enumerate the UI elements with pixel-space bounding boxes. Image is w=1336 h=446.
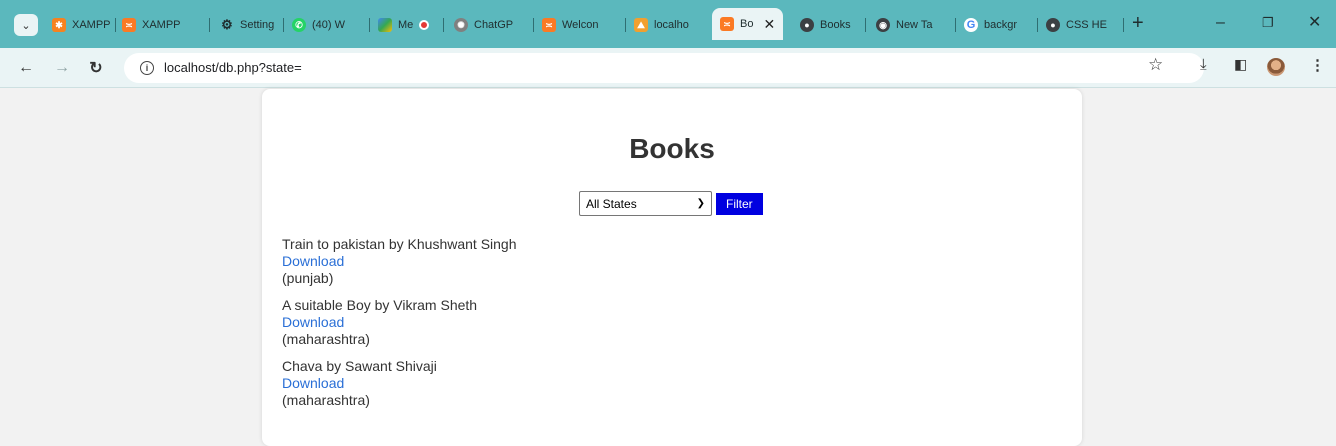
globe-icon: ● xyxy=(1046,18,1060,32)
profile-avatar[interactable] xyxy=(1267,58,1285,76)
xampp-icon: ✱ xyxy=(52,18,66,32)
tab-1[interactable]: ≍ XAMPP xyxy=(122,14,210,36)
chrome-icon: ◉ xyxy=(876,18,890,32)
tab-5[interactable]: ✺ ChatGP xyxy=(454,14,534,36)
close-tab-icon[interactable]: ✕ xyxy=(763,16,775,33)
filter-form: All States ❯ Filter xyxy=(579,191,763,216)
state-select[interactable]: All States ❯ xyxy=(579,191,712,216)
minimize-icon[interactable]: – xyxy=(1216,12,1225,34)
menu-kebab-icon[interactable]: ⋮ xyxy=(1310,56,1325,74)
reload-icon[interactable]: ↻ xyxy=(84,56,108,80)
state-select-value: All States xyxy=(586,196,637,211)
tab-label: Setting xyxy=(240,19,275,31)
tab-label: (40) W xyxy=(312,19,345,31)
meet-icon xyxy=(378,18,392,32)
tab-7[interactable]: ⛰ localho xyxy=(634,14,710,36)
chevron-down-icon: ❯ xyxy=(696,198,705,209)
tab-4[interactable]: Me xyxy=(378,14,444,36)
book-title: Chava by Sawant Shivaji xyxy=(282,358,437,374)
tab-label: XAMPP xyxy=(142,19,181,31)
download-icon[interactable]: ⤓ xyxy=(1200,56,1207,73)
back-arrow-icon[interactable]: ← xyxy=(14,56,38,80)
restore-icon[interactable]: ❐ xyxy=(1262,12,1274,34)
tab-6[interactable]: ≍ Welcon xyxy=(542,14,626,36)
tab-search-button[interactable]: ⌄ xyxy=(14,14,38,36)
globe-icon: ● xyxy=(800,18,814,32)
download-link[interactable]: Download xyxy=(282,314,517,331)
tab-label: ChatGP xyxy=(474,19,514,31)
tab-12[interactable]: ● CSS HE xyxy=(1046,14,1124,36)
tab-label: Books xyxy=(820,19,851,31)
tab-label: Me xyxy=(398,19,414,31)
chevron-down-icon: ⌄ xyxy=(21,19,31,32)
bookmark-star-icon[interactable]: ☆ xyxy=(1148,55,1163,75)
info-icon[interactable]: i xyxy=(140,61,154,75)
list-item: Chava by Sawant Shivaji Download (mahara… xyxy=(282,358,517,409)
book-state: (maharashtra) xyxy=(282,331,370,347)
book-state: (maharashtra) xyxy=(282,392,370,408)
filter-button[interactable]: Filter xyxy=(716,192,763,215)
forward-arrow-icon[interactable]: → xyxy=(50,56,74,80)
phpmyadmin-icon: ⛰ xyxy=(634,18,648,32)
download-link[interactable]: Download xyxy=(282,375,517,392)
list-item: A suitable Boy by Vikram Sheth Download … xyxy=(282,297,517,348)
book-list: Train to pakistan by Khushwant Singh Dow… xyxy=(282,236,517,419)
tab-label: localho xyxy=(654,19,689,31)
book-title: A suitable Boy by Vikram Sheth xyxy=(282,297,478,313)
list-item: Train to pakistan by Khushwant Singh Dow… xyxy=(282,236,517,287)
xampp-icon: ≍ xyxy=(542,18,556,32)
gear-icon: ⚙ xyxy=(221,17,233,32)
tab-label: Bo xyxy=(740,18,754,30)
tab-11[interactable]: G backgr xyxy=(964,14,1038,36)
tab-3[interactable]: ✆ (40) W xyxy=(292,14,370,36)
tab-10[interactable]: ◉ New Ta xyxy=(876,14,956,36)
tab-9[interactable]: ● Books xyxy=(800,14,866,36)
page-viewport: Books All States ❯ Filter Train to pakis… xyxy=(0,89,1336,446)
tab-label: New Ta xyxy=(896,19,933,31)
book-title: Train to pakistan by Khushwant Singh xyxy=(282,236,517,252)
whatsapp-icon: ✆ xyxy=(292,18,306,32)
tab-label: backgr xyxy=(984,19,1018,31)
page-title: Books xyxy=(629,133,715,164)
xampp-icon: ≍ xyxy=(122,18,136,32)
tab-strip: ⌄ ✱ XAMPP ≍ XAMPP ⚙ Setting ✆ (40) W Me … xyxy=(0,0,1336,48)
tab-label: Welcon xyxy=(562,19,599,31)
book-state: (punjab) xyxy=(282,270,334,286)
download-link[interactable]: Download xyxy=(282,253,517,270)
url-text[interactable]: localhost/db.php?state= xyxy=(164,60,302,75)
xampp-icon: ≍ xyxy=(720,17,734,31)
recording-icon xyxy=(419,20,430,30)
tab-0[interactable]: ✱ XAMPP xyxy=(52,14,116,36)
tab-2[interactable]: ⚙ Setting xyxy=(220,14,284,36)
tab-label: CSS HE xyxy=(1066,19,1107,31)
books-card: Books All States ❯ Filter Train to pakis… xyxy=(262,89,1082,446)
close-window-icon[interactable]: ✕ xyxy=(1308,12,1321,34)
google-icon: G xyxy=(964,18,978,32)
side-panel-icon[interactable]: ◧ xyxy=(1234,56,1247,73)
chatgpt-icon: ✺ xyxy=(454,18,468,32)
browser-toolbar: ← → ↻ i localhost/db.php?state= xyxy=(0,48,1336,88)
tab-label: XAMPP xyxy=(72,19,111,31)
new-tab-button[interactable]: + xyxy=(1132,12,1144,34)
address-bar[interactable]: i localhost/db.php?state= xyxy=(124,53,1204,83)
tab-8-active[interactable]: ≍ Bo ✕ xyxy=(712,8,784,40)
